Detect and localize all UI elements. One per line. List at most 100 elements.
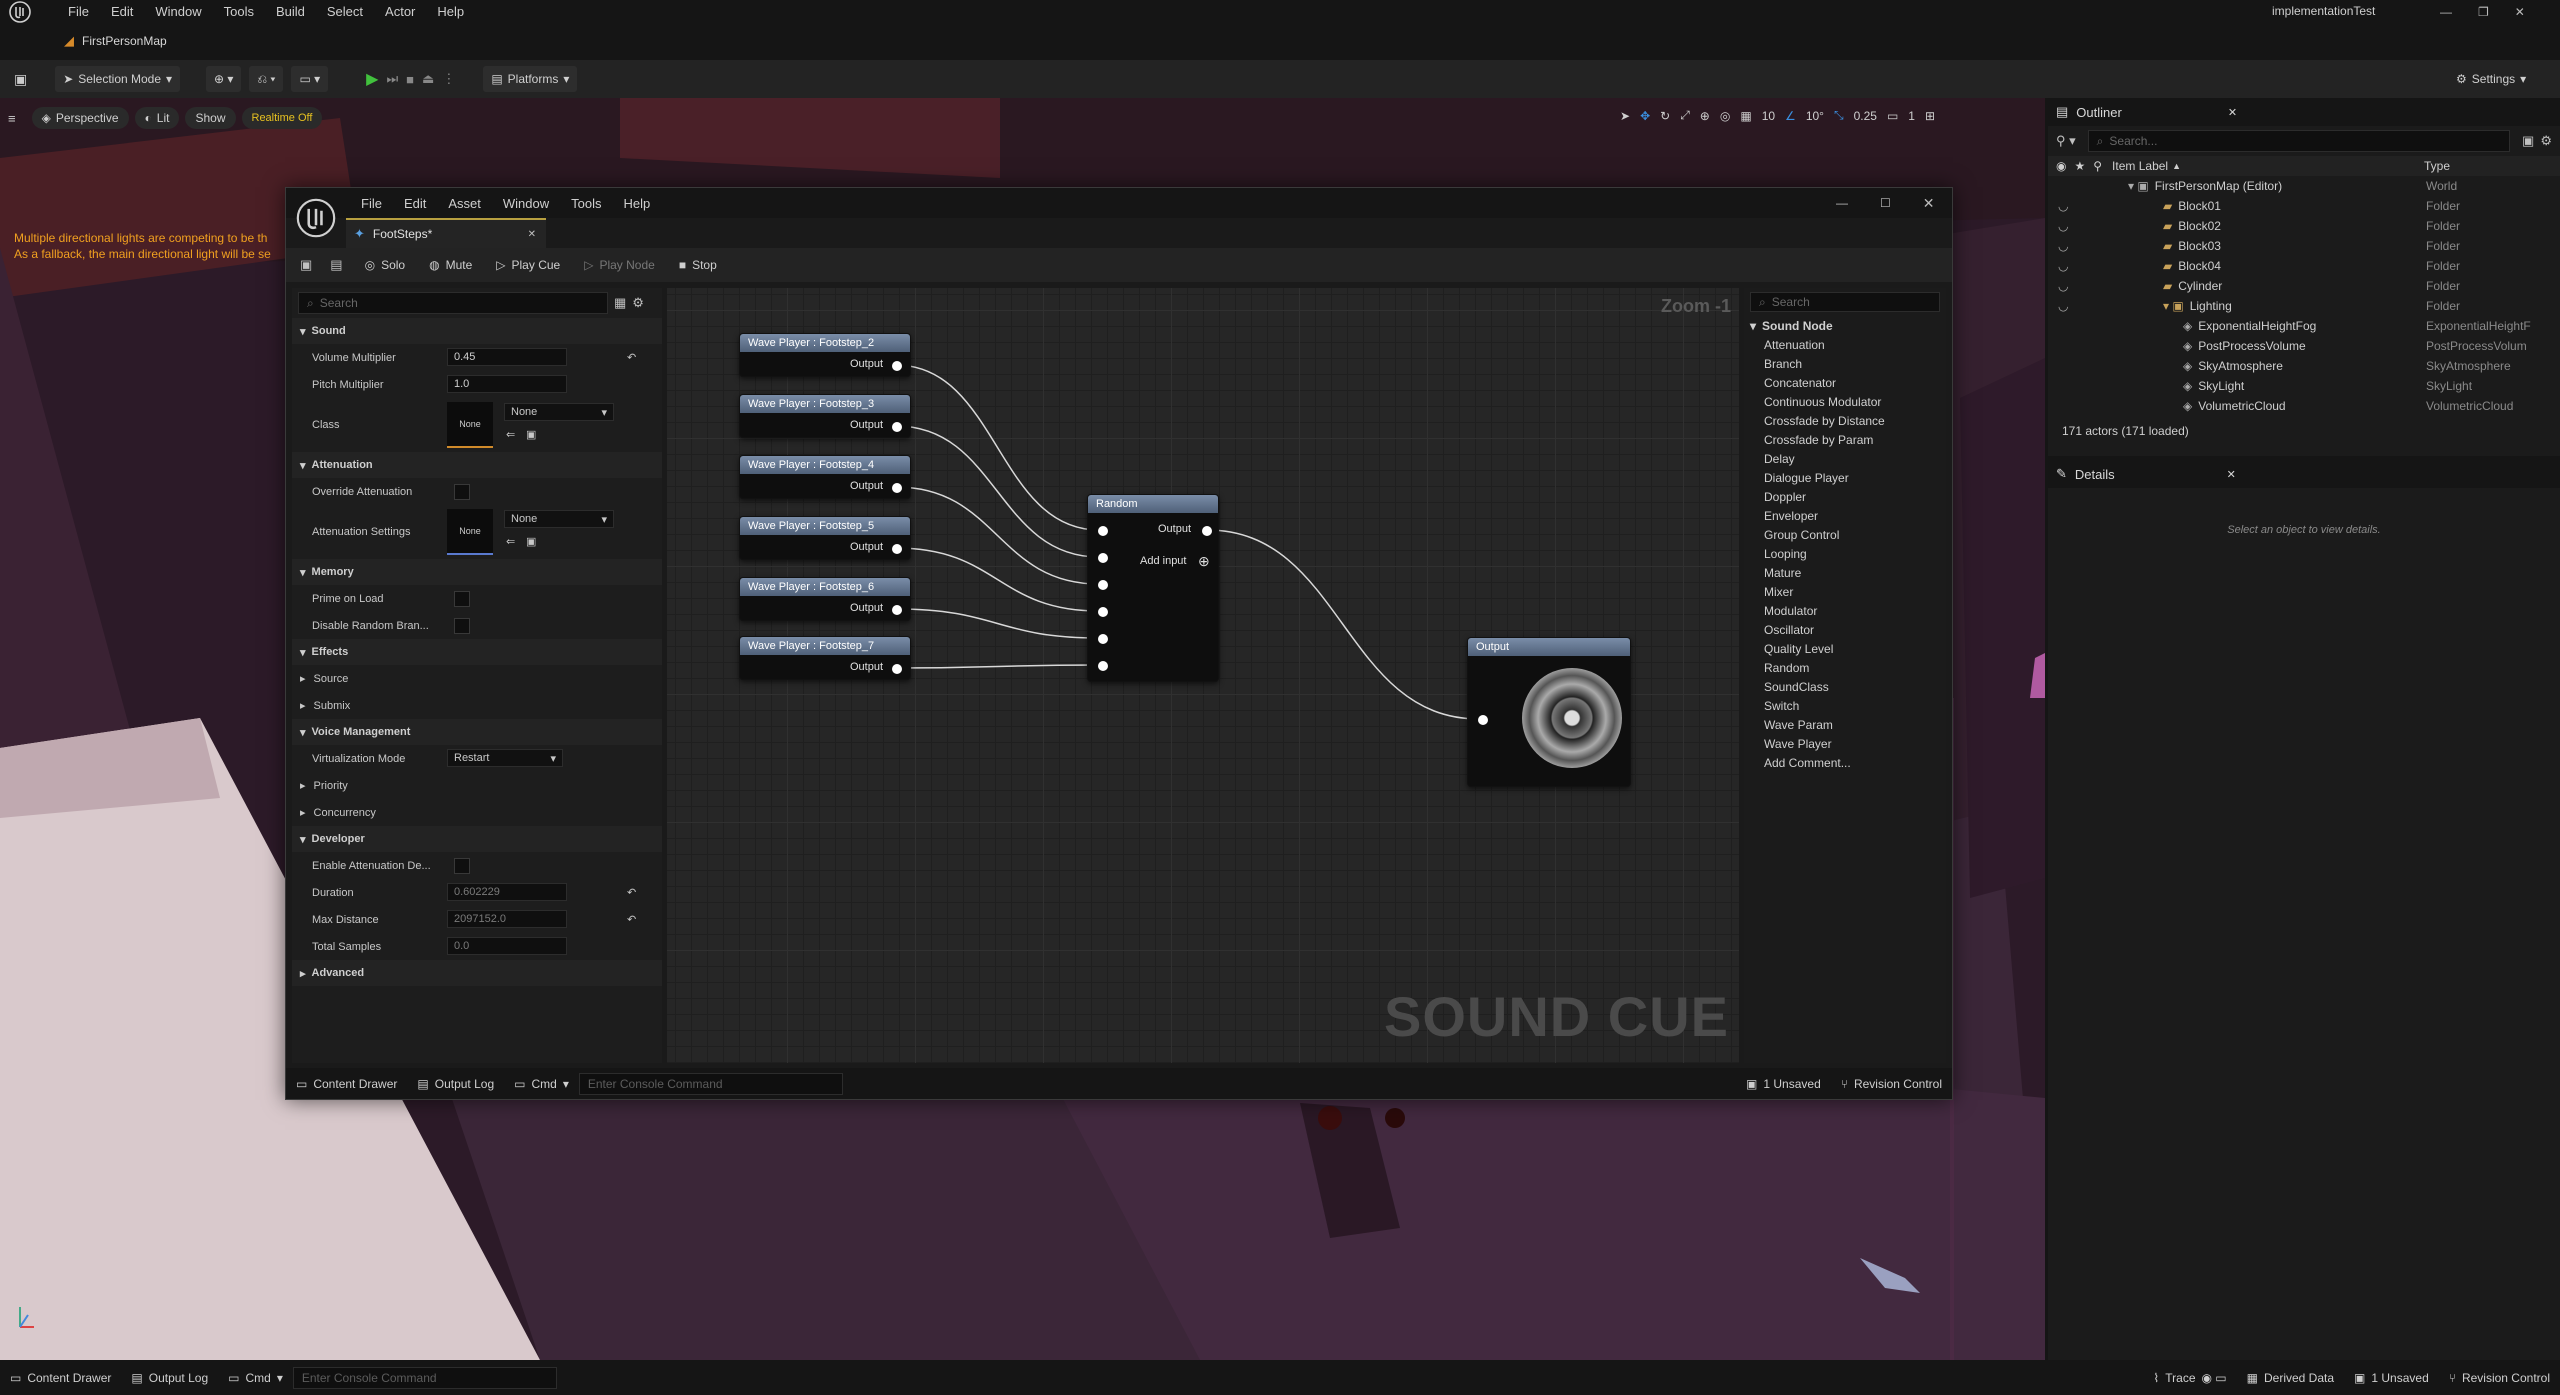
menu-item-file[interactable]: File — [57, 0, 100, 23]
star-icon[interactable]: ★ — [2074, 159, 2085, 173]
outliner-row[interactable]: ◈ SkyAtmosphere SkyAtmosphere — [2048, 356, 2560, 376]
palette-item[interactable]: Quality Level — [1744, 639, 1946, 658]
derived-data-button[interactable]: ▦ Derived Data — [2237, 1360, 2344, 1395]
stop-button[interactable]: ■ Stop — [667, 258, 729, 272]
outliner-row[interactable]: ◡ ▰ Cylinder Folder — [2048, 276, 2560, 296]
blueprint-button[interactable]: ⎌ ▾ — [249, 66, 284, 92]
reset-icon[interactable]: ↶ — [627, 913, 636, 926]
browse-icon[interactable]: ▣ — [526, 535, 536, 548]
wave-player-node[interactable]: Wave Player : Footstep_5 Output — [739, 516, 911, 560]
visibility-icon[interactable]: ◡ — [2058, 299, 2068, 313]
palette-item[interactable]: Branch — [1744, 354, 1946, 373]
palette-item[interactable]: Add Comment... — [1744, 753, 1946, 772]
world-icon[interactable]: ⊕ — [1700, 109, 1710, 123]
cmd-button[interactable]: ▭ Cmd ▾ — [504, 1066, 579, 1101]
rotation-snap-icon[interactable]: ∠ — [1785, 109, 1796, 123]
step-icon[interactable]: ⏭ — [386, 71, 398, 87]
priority-group[interactable]: ▸ Priority — [292, 772, 662, 799]
platforms-button[interactable]: ▤ Platforms ▾ — [483, 66, 578, 92]
visibility-icon[interactable]: ◡ — [2058, 239, 2068, 253]
wave-output-pin[interactable] — [892, 483, 902, 493]
revision-control-button[interactable]: ⑂ Revision Control — [1831, 1066, 1952, 1101]
item-label-header[interactable]: Item Label — [2112, 159, 2168, 173]
virtualization-mode-dropdown[interactable]: Restart ▾ — [447, 749, 563, 767]
override-attenuation-checkbox[interactable] — [454, 483, 470, 500]
minimize-icon[interactable]: — — [1836, 196, 1848, 210]
menu-item-window[interactable]: Window — [144, 0, 212, 23]
minimize-icon[interactable]: — — [2440, 5, 2452, 19]
maximize-icon[interactable]: ☐ — [1880, 196, 1891, 210]
details-tab[interactable]: ✎ Details ✕ — [2048, 460, 2560, 488]
section-sound[interactable]: ▾ Sound — [292, 318, 662, 344]
wave-output-pin[interactable] — [892, 422, 902, 432]
palette-item[interactable]: Crossfade by Distance — [1744, 411, 1946, 430]
outliner-row[interactable]: ◡ ▾ ▣ Lighting Folder — [2048, 296, 2560, 316]
cue-menu-item-window[interactable]: Window — [492, 196, 560, 211]
map-tab[interactable]: ◢ FirstPersonMap — [64, 30, 167, 52]
section-advanced[interactable]: ▸ Advanced — [292, 960, 662, 986]
outliner-row[interactable]: ◈ PostProcessVolume PostProcessVolum — [2048, 336, 2560, 356]
scale-snap-icon[interactable]: ⤡ — [1834, 108, 1844, 123]
close-icon[interactable]: ✕ — [2227, 468, 2236, 481]
wave-player-node[interactable]: Wave Player : Footstep_2 Output — [739, 333, 911, 377]
move-tool-icon[interactable]: ✥ — [1640, 109, 1650, 123]
visibility-icon[interactable]: ◡ — [2058, 259, 2068, 273]
palette-item[interactable]: Doppler — [1744, 487, 1946, 506]
palette-item[interactable]: Wave Param — [1744, 715, 1946, 734]
settings-button[interactable]: ⚙ Settings ▾ — [2448, 66, 2534, 92]
surface-snap-icon[interactable]: ◎ — [1720, 109, 1730, 123]
output-input-pin[interactable] — [1478, 715, 1488, 725]
palette-item[interactable]: Attenuation — [1744, 335, 1946, 354]
random-input-pin-5[interactable] — [1098, 634, 1108, 644]
browse-icon[interactable]: ▣ — [526, 428, 536, 441]
lit-button[interactable]: ◐ Lit — [134, 107, 180, 129]
output-log-button[interactable]: ▤ Output Log — [121, 1360, 218, 1395]
output-log-button[interactable]: ▤ Output Log — [407, 1066, 504, 1101]
use-icon[interactable]: ⇐ — [506, 428, 515, 441]
layout-icon[interactable]: ⊞ — [1925, 109, 1935, 123]
wave-output-pin[interactable] — [892, 544, 902, 554]
section-voice-management[interactable]: ▾ Voice Management — [292, 719, 662, 745]
mute-button[interactable]: ◍ Mute — [417, 258, 484, 272]
random-input-pin-4[interactable] — [1098, 607, 1108, 617]
solo-button[interactable]: ◎ Solo — [353, 258, 418, 272]
gear-icon[interactable]: ⚙ — [2540, 133, 2552, 149]
palette-item[interactable]: Continuous Modulator — [1744, 392, 1946, 411]
details-search[interactable]: ⌕ Search — [298, 292, 608, 314]
content-drawer-button[interactable]: ▭ Content Drawer — [286, 1066, 407, 1101]
reset-icon[interactable]: ↶ — [627, 351, 636, 364]
menu-item-tools[interactable]: Tools — [213, 0, 265, 23]
eject-icon[interactable]: ⏏ — [422, 71, 434, 87]
outliner-row[interactable]: ◈ SkyLight SkyLight — [2048, 376, 2560, 396]
play-cue-button[interactable]: ▷ Play Cue — [484, 258, 572, 272]
wave-player-node[interactable]: Wave Player : Footstep_6 Output — [739, 577, 911, 621]
console-input[interactable]: Enter Console Command — [578, 1072, 843, 1095]
random-input-pin-6[interactable] — [1098, 661, 1108, 671]
section-memory[interactable]: ▾ Memory — [292, 559, 662, 585]
filter-icon[interactable]: ⚲ ▾ — [2056, 133, 2076, 149]
wave-output-pin[interactable] — [892, 664, 902, 674]
select-tool-icon[interactable]: ➤ — [1620, 109, 1630, 123]
type-header[interactable]: Type — [2424, 159, 2450, 173]
random-input-pin-1[interactable] — [1098, 526, 1108, 536]
palette-item[interactable]: Concatenator — [1744, 373, 1946, 392]
gear-icon[interactable]: ⚙ — [632, 295, 644, 311]
palette-item[interactable]: SoundClass — [1744, 677, 1946, 696]
section-developer[interactable]: ▾ Developer — [292, 826, 662, 852]
menu-item-help[interactable]: Help — [426, 0, 475, 23]
wave-player-node[interactable]: Wave Player : Footstep_7 Output — [739, 636, 911, 680]
add-input-label[interactable]: Add input — [1140, 555, 1186, 567]
pin-icon[interactable]: ⚲ — [2093, 159, 2102, 173]
unreal-logo-icon[interactable] — [286, 188, 346, 248]
concurrency-group[interactable]: ▸ Concurrency — [292, 799, 662, 826]
console-input[interactable]: Enter Console Command — [292, 1366, 557, 1389]
palette-item[interactable]: Oscillator — [1744, 620, 1946, 639]
cue-menu-item-file[interactable]: File — [350, 196, 393, 211]
wave-output-pin[interactable] — [892, 361, 902, 371]
palette-item[interactable]: Dialogue Player — [1744, 468, 1946, 487]
outliner-row[interactable]: ◈ ExponentialHeightFog ExponentialHeightF — [2048, 316, 2560, 336]
perspective-button[interactable]: ◈ Perspective — [31, 107, 129, 129]
revision-control-button[interactable]: ⑂ Revision Control — [2439, 1360, 2560, 1395]
outliner-row[interactable]: ◡ ▰ Block04 Folder — [2048, 256, 2560, 276]
disable-random-checkbox[interactable] — [454, 617, 470, 634]
